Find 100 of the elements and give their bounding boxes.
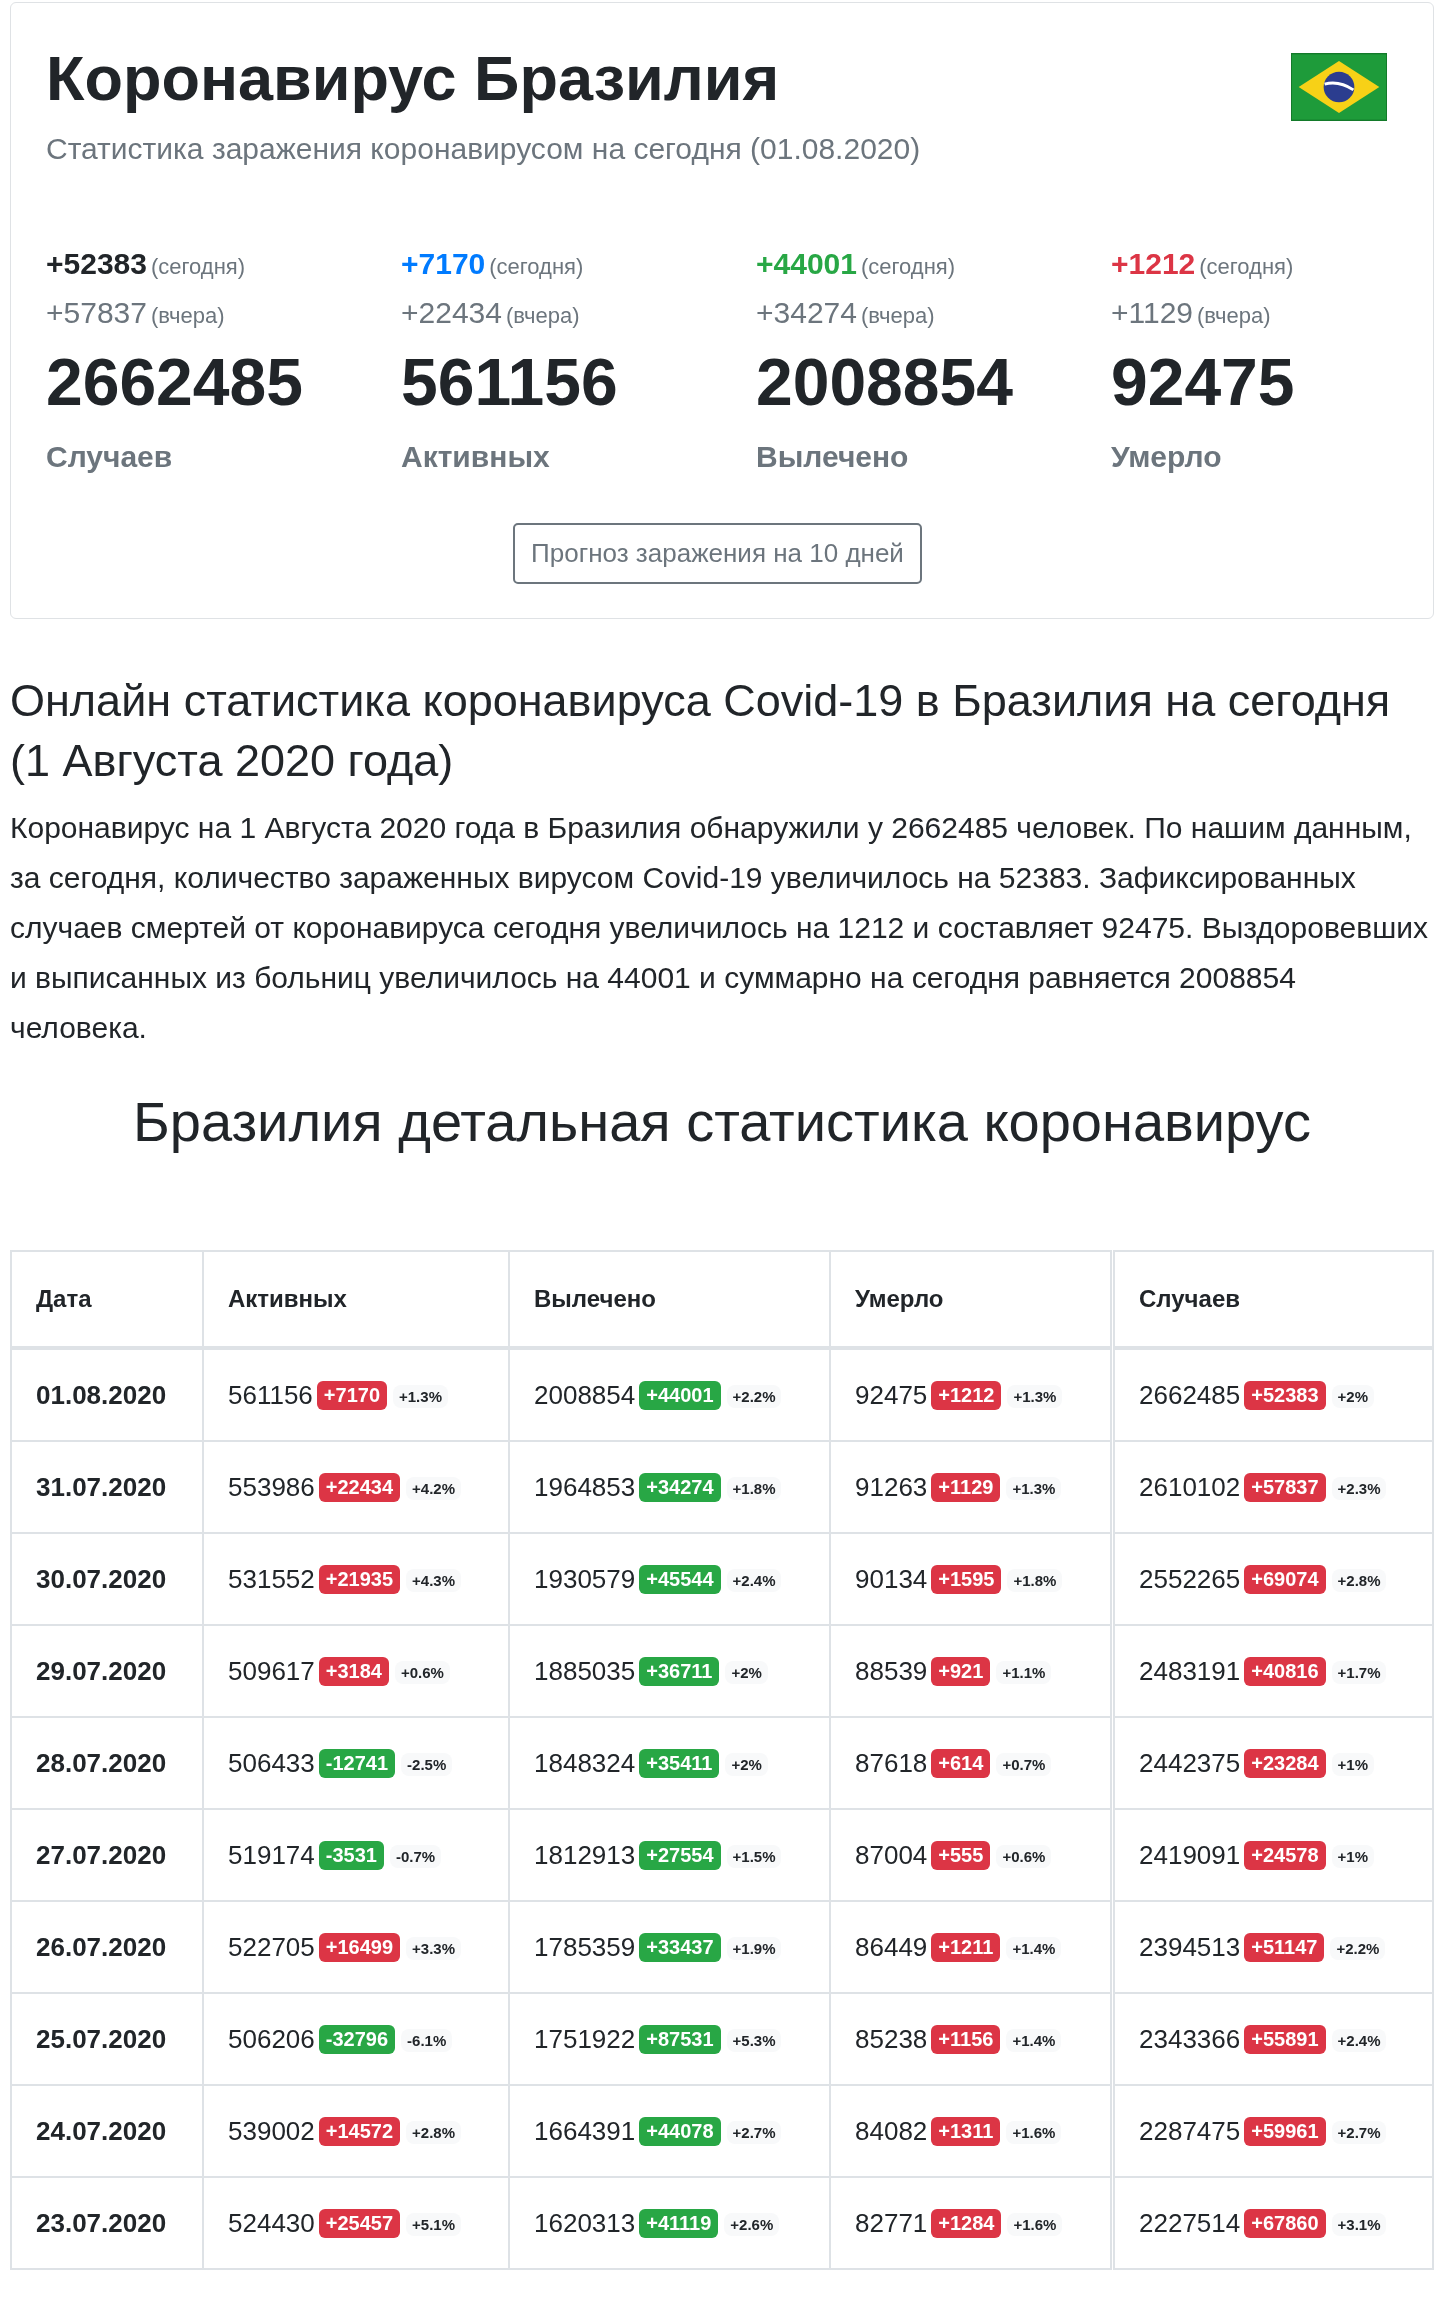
percent-badge: +1.4% xyxy=(1006,2028,1062,2052)
date-cell: 25.07.2020 xyxy=(11,1993,203,2085)
value-text: 92475 xyxy=(855,1379,928,1410)
percent-badge: +2.4% xyxy=(1331,2028,1387,2052)
percent-badge: +2.2% xyxy=(1330,1936,1386,1960)
date-cell: 01.08.2020 xyxy=(11,1348,203,1441)
value-text: 1751922 xyxy=(534,2023,636,2054)
percent-badge: +1.7% xyxy=(1331,1660,1387,1684)
today-change: +1212 xyxy=(1111,247,1196,280)
percent-badge: +2.6% xyxy=(724,2212,780,2236)
change-badge: +44001 xyxy=(639,1380,721,1410)
value-text: 87004 xyxy=(855,1839,928,1870)
value-text: 91263 xyxy=(855,1471,928,1502)
percent-badge: +1.6% xyxy=(1006,2120,1062,2144)
percent-badge: +0.6% xyxy=(996,1844,1052,1868)
change-badge: +51147 xyxy=(1244,1932,1325,1962)
change-badge: +21935 xyxy=(318,1564,401,1594)
change-badge: +1595 xyxy=(931,1564,1002,1594)
change-badge: +44078 xyxy=(639,2116,721,2146)
percent-badge: +4.2% xyxy=(406,1476,461,1500)
value-text: 2343366 xyxy=(1139,2023,1241,2054)
today-change: +7170 xyxy=(401,247,486,280)
value-text: 1812913 xyxy=(534,1839,636,1870)
percent-badge: +1.5% xyxy=(726,1844,782,1868)
percent-badge: -2.5% xyxy=(401,1752,453,1776)
change-badge: +69074 xyxy=(1244,1564,1326,1594)
flag-icon xyxy=(1291,53,1387,121)
percent-badge: +1.8% xyxy=(726,1476,782,1500)
today-label: (сегодня) xyxy=(860,254,956,279)
value-text: 509617 xyxy=(228,1655,315,1686)
yesterday-change: +1129 xyxy=(1111,296,1194,329)
column-header: Дата xyxy=(11,1251,203,1348)
page-title: Коронавирус Бразилия xyxy=(46,42,781,115)
value-text: 2483191 xyxy=(1139,1655,1241,1686)
change-badge: +555 xyxy=(931,1840,991,1870)
percent-badge: +0.6% xyxy=(394,1660,450,1684)
change-badge: +55891 xyxy=(1244,2024,1326,2054)
yesterday-label: (вчера) xyxy=(150,303,225,328)
percent-badge: -6.1% xyxy=(401,2028,453,2052)
change-badge: +35411 xyxy=(639,1748,720,1778)
value-text: 86449 xyxy=(855,1931,928,1962)
change-badge: +57837 xyxy=(1244,1472,1326,1502)
change-badge: -32796 xyxy=(318,2024,396,2054)
change-badge: +25457 xyxy=(318,2208,401,2238)
subtitle: Статистика заражения коронавирусом на сегодня (01.08.2020) xyxy=(46,131,921,167)
date-cell: 29.07.2020 xyxy=(11,1625,203,1717)
change-badge: +33437 xyxy=(639,1932,721,1962)
value-text: 84082 xyxy=(855,2115,928,2146)
change-badge: +7170 xyxy=(316,1380,387,1410)
change-badge: +87531 xyxy=(639,2024,721,2054)
yesterday-change: +57837 xyxy=(46,296,147,329)
value-text: 90134 xyxy=(855,1563,928,1594)
yesterday-label: (вчера) xyxy=(860,303,935,328)
column-header: Вылечено xyxy=(509,1251,830,1348)
percent-badge: +2% xyxy=(1331,1384,1374,1408)
percent-badge: +1.6% xyxy=(1007,2212,1063,2236)
change-badge: +52383 xyxy=(1244,1380,1326,1410)
change-badge: +1156 xyxy=(931,2024,1001,2054)
percent-badge: +2.7% xyxy=(726,2120,782,2144)
value-text: 531552 xyxy=(228,1563,315,1594)
value-text: 87618 xyxy=(855,1747,928,1778)
value-text: 524430 xyxy=(228,2207,315,2238)
value-text: 2419091 xyxy=(1139,1839,1241,1870)
value-text: 2610102 xyxy=(1139,1471,1241,1502)
value-text: 1848324 xyxy=(534,1747,636,1778)
column-header: Активных xyxy=(203,1251,509,1348)
value-text: 2552265 xyxy=(1139,1563,1241,1594)
date-cell: 26.07.2020 xyxy=(11,1901,203,1993)
percent-badge: +4.3% xyxy=(406,1568,461,1592)
yesterday-change: +34274 xyxy=(756,296,857,329)
change-badge: +14572 xyxy=(318,2116,401,2146)
value-text: 1785359 xyxy=(534,1931,636,1962)
value-text: 1664391 xyxy=(534,2115,636,2146)
forecast-button[interactable]: Прогноз заражения на 10 дней xyxy=(513,523,922,584)
value-text: 2227514 xyxy=(1139,2207,1241,2238)
change-badge: +1311 xyxy=(931,2116,1001,2146)
percent-badge: +2% xyxy=(725,1752,768,1776)
percent-badge: +3.1% xyxy=(1331,2212,1387,2236)
date-cell: 31.07.2020 xyxy=(11,1441,203,1533)
percent-badge: +1.1% xyxy=(996,1660,1052,1684)
change-badge: +27554 xyxy=(639,1840,721,1870)
date-cell: 23.07.2020 xyxy=(11,2177,203,2269)
value-text: 82771 xyxy=(855,2207,928,2238)
column-header: Случаев xyxy=(1112,1251,1433,1348)
value-text: 85238 xyxy=(855,2023,928,2054)
change-badge: -12741 xyxy=(318,1748,396,1778)
value-text: 2442375 xyxy=(1139,1747,1241,1778)
date-cell: 27.07.2020 xyxy=(11,1809,203,1901)
value-text: 2008854 xyxy=(534,1379,636,1410)
change-badge: +1129 xyxy=(931,1472,1001,1502)
value-text: 539002 xyxy=(228,2115,315,2146)
change-badge: +59961 xyxy=(1244,2116,1326,2146)
percent-badge: +1% xyxy=(1331,1752,1374,1776)
date-cell: 24.07.2020 xyxy=(11,2085,203,2177)
value-text: 519174 xyxy=(228,1839,315,1870)
value-text: 2287475 xyxy=(1139,2115,1241,2146)
percent-badge: +0.7% xyxy=(996,1752,1052,1776)
percent-badge: +3.3% xyxy=(406,1936,461,1960)
change-badge: +23284 xyxy=(1244,1748,1326,1778)
change-badge: +34274 xyxy=(639,1472,721,1502)
